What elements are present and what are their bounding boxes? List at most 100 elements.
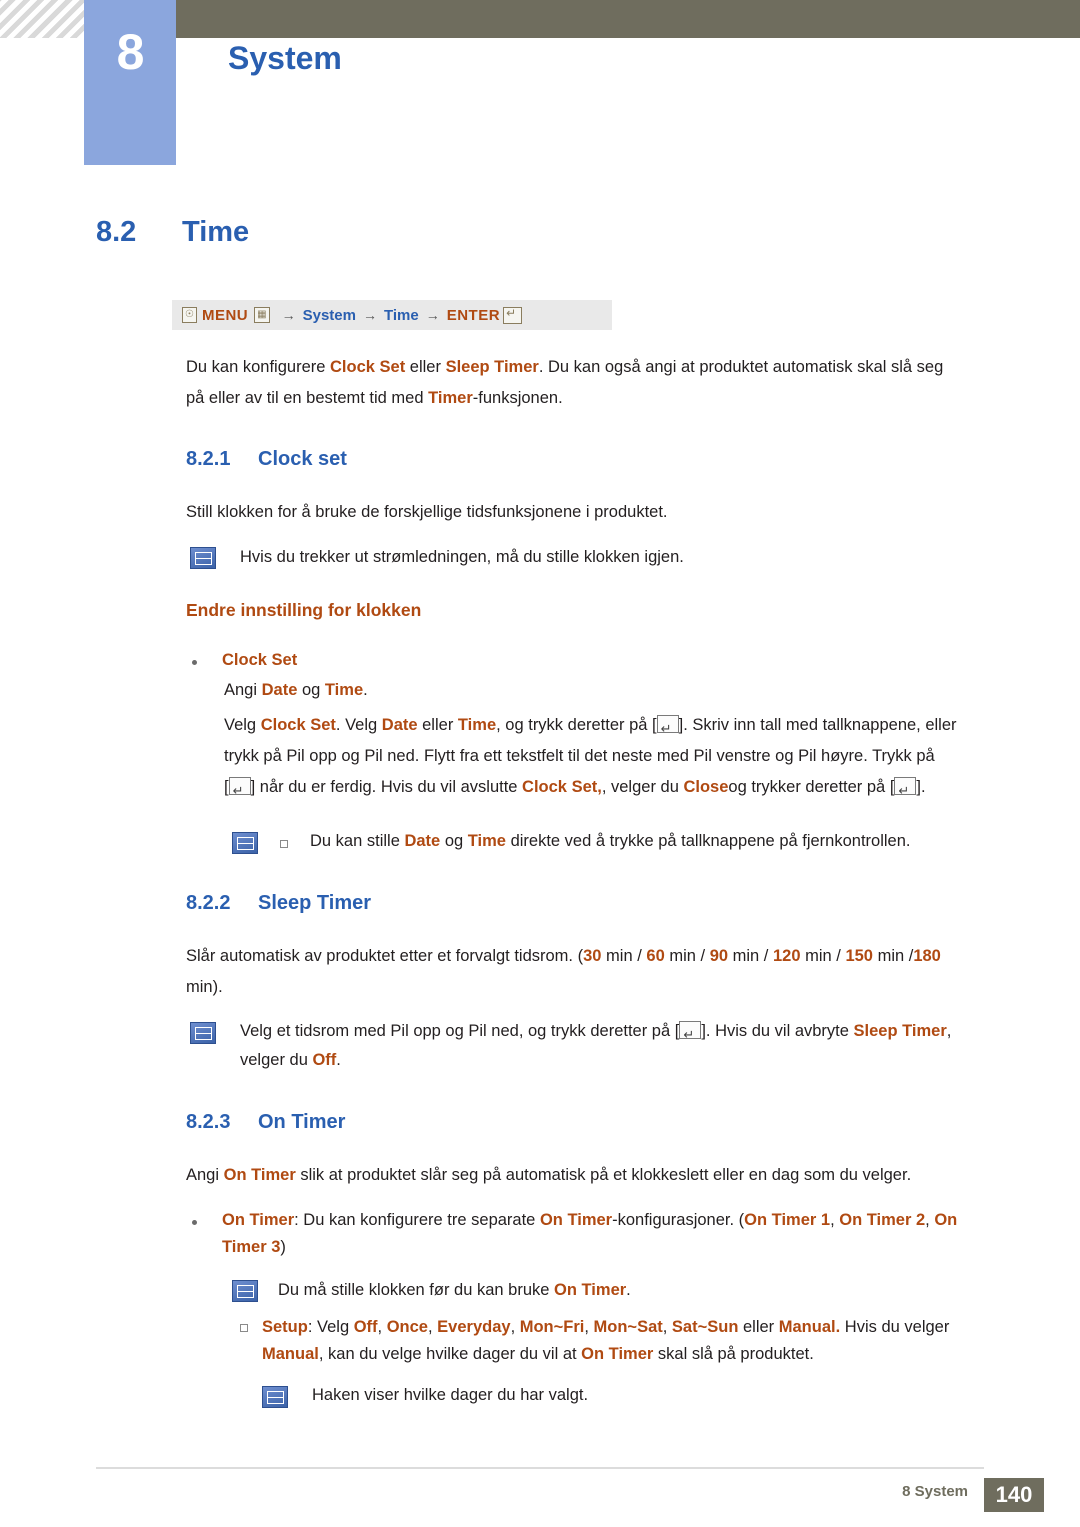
intro-keyword-clock-set: Clock Set [330, 358, 406, 376]
enter-key-icon [503, 306, 523, 324]
intro-text-4: på eller av til en bestemt tid med [186, 389, 429, 407]
on-timer-note-1: Du må stille klokken før du kan bruke On… [278, 1275, 998, 1306]
sleep-note-keyword-off: Off [312, 1051, 337, 1069]
subheading-on-timer-title: On Timer [258, 1111, 346, 1133]
path-system-label: System [302, 306, 356, 324]
on-timer-desc-keyword: On Timer [223, 1166, 296, 1184]
clock-set-body-line-3: [] når du er ferdig. Hvis du vil avslutt… [224, 772, 1014, 806]
on-timer-note-text-1: Du må stille klokken før du kan bruke [278, 1281, 555, 1299]
angi-keyword-time: Time [324, 681, 364, 699]
on-timer-b1-text-1: : Du kan konfigurere tre separate [294, 1211, 540, 1229]
on-timer-desc-text-2: slik at produktet slår seg på automatisk… [295, 1166, 912, 1184]
sleep-note-keyword: Sleep Timer [853, 1022, 947, 1040]
body-keyword-time: Time [457, 716, 497, 734]
on-timer-b1-keyword-6: Timer 3 [222, 1238, 281, 1256]
setup-text-3: Hvis du velger [840, 1318, 950, 1336]
on-timer-setup-line-2: Manual, kan du velge hvilke dager du vil… [262, 1339, 1012, 1370]
on-timer-note-2: Haken viser hvilke dager du har valgt. [312, 1386, 589, 1404]
on-timer-bullet-line-2: Timer 3) [222, 1232, 1012, 1263]
angi-text-1: Angi [224, 681, 262, 699]
note2-text-2: og [440, 832, 468, 850]
section-heading: 8.2 Time [96, 216, 249, 249]
sleep-text-min3: min / [728, 947, 773, 965]
setup-sep-5: , [662, 1318, 672, 1336]
setup-option-off: Off [353, 1318, 378, 1336]
note-icon-4 [232, 1280, 258, 1302]
path-arrow-3: → [425, 307, 440, 323]
subheading-on-timer-number: 8.2.3 [186, 1111, 231, 1133]
note2-text-3: direkte ved å trykke på tallknappene på … [505, 832, 911, 850]
sleep-text-min1: min / [601, 947, 647, 965]
on-timer-note-text-2: . [626, 1281, 631, 1299]
on-timer-b1-text-5: ) [280, 1238, 286, 1256]
path-arrow-1: → [281, 307, 296, 323]
body-keyword-close: Close [683, 778, 729, 796]
setup-l2-keyword-on-timer: On Timer [581, 1345, 654, 1363]
remote-icon: ☉ [182, 307, 197, 323]
sleep-text-min4: min / [800, 947, 846, 965]
menu-grid-icon: ▦ [254, 307, 270, 323]
sleep-note-text-2: ]. Hvis du vil avbryte [701, 1022, 854, 1040]
setup-l2-keyword-manual: Manual [262, 1345, 319, 1363]
body-text-7: ] når du er ferdig. Hvis du vil avslutte [250, 778, 523, 796]
subheading-clock-set: 8.2.1 Clock set [186, 448, 347, 471]
path-time-label: Time [383, 306, 419, 324]
sleep-value-150: 150 [845, 947, 873, 965]
bullet-marker-clock-set [192, 660, 197, 665]
sleep-value-60: 60 [646, 947, 665, 965]
intro-text-5: -funksjonen. [472, 389, 563, 407]
subheading-sleep-timer-title: Sleep Timer [258, 892, 372, 914]
body-text-2: . Velg [335, 716, 382, 734]
subheading-sleep-timer-number: 8.2.2 [186, 892, 231, 914]
sleep-value-90: 90 [709, 947, 729, 965]
subheading-on-timer: 8.2.3 On Timer [186, 1111, 345, 1134]
angi-text-3: . [363, 681, 368, 699]
intro-keyword-sleep-timer: Sleep Timer [445, 358, 539, 376]
sleep-note-text-5: . [336, 1051, 341, 1069]
note2-keyword-date: Date [404, 832, 441, 850]
sleep-value-30: 30 [583, 947, 602, 965]
enter-key-icon-inline-2 [228, 775, 251, 806]
sleep-note-text-1: Velg et tidsrom med Pil opp og Pil ned, … [240, 1022, 680, 1040]
section-title: Time [182, 216, 250, 248]
clock-set-orange-heading: Endre innstilling for klokken [186, 600, 422, 620]
intro-text-2: eller [405, 358, 446, 376]
menu-path-bar: ☉ MENU ▦ → System → Time → ENTER [172, 300, 612, 330]
sleep-timer-description-line2: min). [186, 978, 223, 996]
note2-keyword-time: Time [467, 832, 506, 850]
sleep-value-180: 180 [913, 947, 941, 965]
note-icon-1 [190, 547, 216, 569]
body-text-5: ]. Skriv inn tall med tallknappene, elle… [678, 716, 957, 734]
body-text-3: eller [417, 716, 458, 734]
subheading-sleep-timer: 8.2.2 Sleep Timer [186, 892, 371, 915]
on-timer-b1-text-2: -konfigurasjoner. ( [612, 1211, 745, 1229]
chapter-title: System [228, 40, 342, 76]
setup-sep-1: , [377, 1318, 387, 1336]
on-timer-description: Angi On Timer slik at produktet slår seg… [186, 1160, 1016, 1191]
setup-option-once: Once [386, 1318, 428, 1336]
setup-option-sat-sun: Sat~Sun [671, 1318, 739, 1336]
footer-divider [96, 1467, 984, 1469]
intro-paragraph-line2: på eller av til en bestemt tid med Timer… [186, 383, 1006, 414]
sleep-note-text-3: , [946, 1022, 952, 1040]
menu-label: MENU [201, 306, 249, 324]
sleep-timer-description-line1: Slår automatisk av produktet etter et fo… [186, 941, 1006, 972]
body-text-4: , og trykk deretter på [ [496, 716, 657, 734]
intro-paragraph: Du kan konfigurere Clock Set eller Sleep… [186, 352, 1006, 383]
on-timer-note-keyword: On Timer [554, 1281, 627, 1299]
sub-bullet-marker-1 [280, 840, 288, 848]
on-timer-b1-text-3: , [830, 1211, 840, 1229]
on-timer-b1-keyword-1: On Timer [222, 1211, 295, 1229]
on-timer-b1-keyword-3: On Timer 1 [744, 1211, 831, 1229]
clock-set-angi-line: Angi Date og Time. [224, 675, 1004, 706]
sleep-text-min2: min / [664, 947, 710, 965]
section-number: 8.2 [96, 216, 137, 248]
note2-text-1: Du kan stille [310, 832, 405, 850]
setup-sep-4: , [584, 1318, 594, 1336]
enter-label: ENTER [446, 306, 501, 324]
clock-set-note-1: Hvis du trekker ut strømledningen, må du… [240, 548, 684, 566]
footer-chapter-label: 8 System [902, 1483, 968, 1500]
sleep-timer-note-line1: Velg et tidsrom med Pil opp og Pil ned, … [240, 1016, 1010, 1050]
setup-option-manual: Manual. [778, 1318, 841, 1336]
body-keyword-clock-set: Clock Set [260, 716, 336, 734]
